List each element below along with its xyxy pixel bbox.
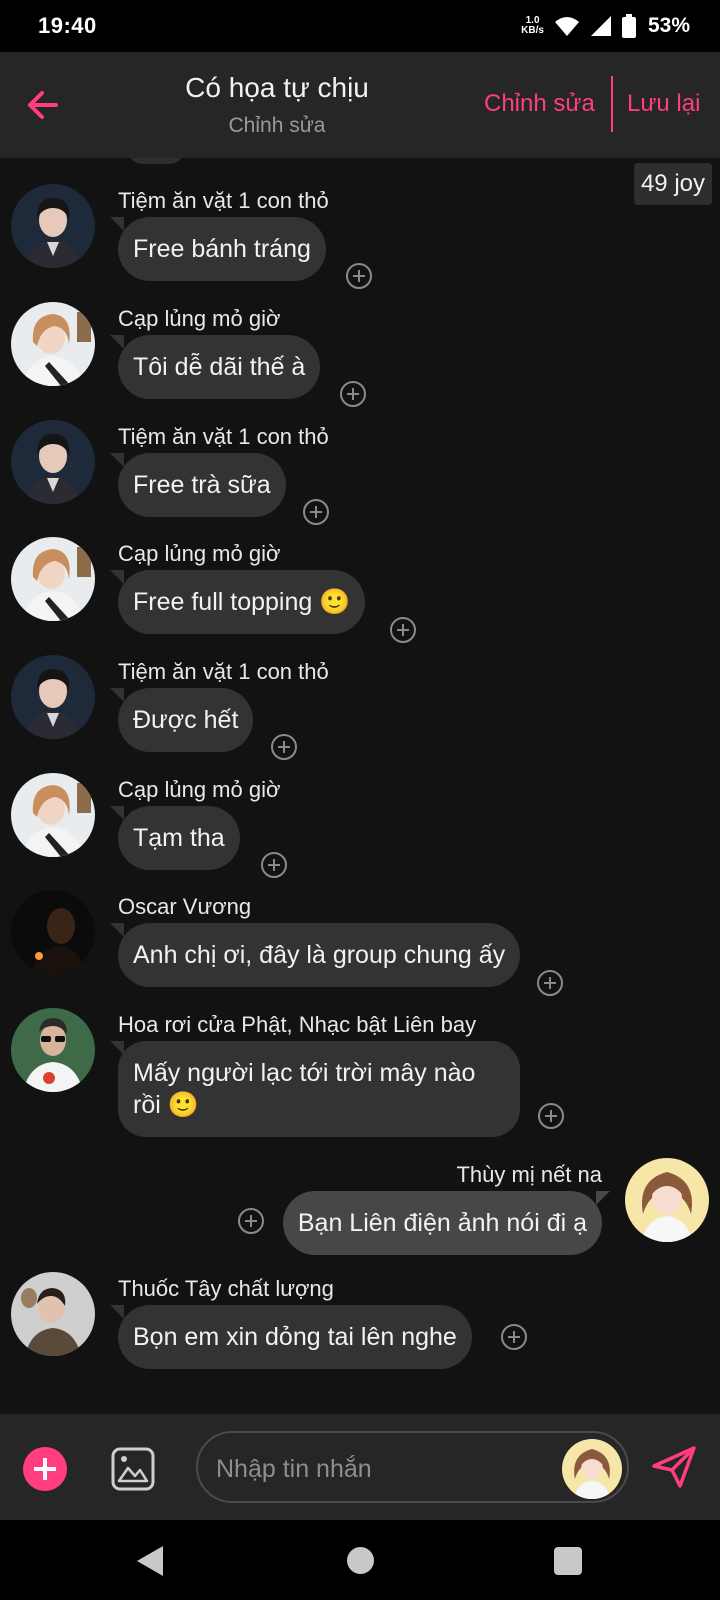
message-input-bar <box>0 1414 720 1520</box>
add-reaction-icon[interactable] <box>501 1324 527 1350</box>
add-reaction-icon[interactable] <box>303 499 329 525</box>
nav-back-icon[interactable] <box>137 1546 163 1576</box>
message-bubble[interactable]: Anh chị ơi, đây là group chung ấy <box>109 923 521 987</box>
status-bar: 19:40 1.0 KB/s 53% <box>0 0 720 52</box>
add-reaction-icon[interactable] <box>261 852 287 878</box>
add-reaction-icon[interactable] <box>390 617 416 643</box>
joy-badge: 49 joy <box>633 163 712 205</box>
add-reaction-icon[interactable] <box>271 734 297 760</box>
avatar[interactable] <box>11 773 95 857</box>
nav-home-icon[interactable] <box>347 1547 374 1574</box>
avatar[interactable] <box>11 302 95 386</box>
sender-name: Tiệm ăn vặt 1 con thỏ <box>118 424 329 449</box>
message-input[interactable] <box>214 1451 548 1487</box>
group-subtitle: Chỉnh sửa <box>228 114 326 137</box>
back-arrow-icon[interactable] <box>18 80 68 130</box>
net-speed-unit: KB/s <box>521 25 544 36</box>
avatar[interactable] <box>11 1272 95 1356</box>
chat-header: Có họa tự chịu Chỉnh sửa Chỉnh sửa Lưu l… <box>0 52 720 158</box>
signal-icon <box>590 16 611 36</box>
message-bubble[interactable]: Free bánh tráng <box>110 217 326 281</box>
sender-name: Tiệm ăn vặt 1 con thỏ <box>118 659 329 684</box>
add-reaction-icon[interactable] <box>346 263 372 289</box>
save-button[interactable]: Lưu lại <box>627 90 700 118</box>
message-bubble[interactable]: Tôi dễ dãi thế à <box>109 335 321 399</box>
sender-name: Cạp lủng mỏ giờ <box>118 777 281 802</box>
avatar[interactable] <box>11 890 95 974</box>
message-bubble[interactable]: Được hết <box>109 688 254 752</box>
avatar[interactable] <box>11 655 95 739</box>
edit-button[interactable]: Chỉnh sửa <box>484 90 595 118</box>
message-bubble[interactable]: Bọn em xin dỏng tai lên nghe <box>110 1305 472 1369</box>
send-icon[interactable] <box>650 1444 698 1490</box>
system-nav-bar <box>0 1520 720 1600</box>
chat-messages[interactable]: 49 joy Tiệm ăn vặt 1 con thỏ Free bánh t… <box>0 158 720 1414</box>
sender-name: Oscar Vương <box>118 894 252 919</box>
avatar[interactable] <box>11 420 95 504</box>
battery-percent: 53% <box>647 14 690 37</box>
message-bubble[interactable]: Free full topping 🙂 <box>109 570 366 634</box>
add-reaction-icon[interactable] <box>340 381 366 407</box>
avatar[interactable] <box>11 184 95 268</box>
message-bubble[interactable]: Tạm tha <box>110 806 240 870</box>
header-divider <box>611 76 613 132</box>
sender-name: Tiệm ăn vặt 1 con thỏ <box>118 188 329 213</box>
add-reaction-icon[interactable] <box>538 1103 564 1129</box>
image-icon[interactable] <box>110 1446 156 1492</box>
add-reaction-icon[interactable] <box>238 1208 264 1234</box>
group-title: Có họa tự chịu <box>185 72 369 103</box>
add-icon[interactable] <box>23 1447 67 1491</box>
message-bubble[interactable]: Bạn Liên điện ảnh nói đi ạ <box>282 1191 611 1255</box>
persona-avatar[interactable] <box>562 1439 622 1499</box>
previous-message-bubble <box>128 158 184 164</box>
avatar[interactable] <box>625 1158 709 1242</box>
sender-name: Thùy mị nết na <box>456 1162 602 1187</box>
avatar[interactable] <box>11 1008 95 1092</box>
sender-name: Cạp lủng mỏ giờ <box>118 306 281 331</box>
sender-name: Cạp lủng mỏ giờ <box>118 541 281 566</box>
nav-recents-icon[interactable] <box>554 1547 582 1575</box>
battery-icon <box>621 14 636 38</box>
net-speed: 1.0 KB/s <box>521 16 544 36</box>
add-reaction-icon[interactable] <box>537 970 563 996</box>
message-input-container <box>196 1431 629 1503</box>
message-bubble[interactable]: Mấy người lạc tới trời mây nào rồi 🙂 <box>110 1041 520 1137</box>
status-icons: 1.0 KB/s 53% <box>521 12 690 40</box>
avatar[interactable] <box>11 537 95 621</box>
sender-name: Thuốc Tây chất lượng <box>118 1276 334 1301</box>
message-bubble[interactable]: Free trà sữa <box>110 453 286 517</box>
status-time: 19:40 <box>38 13 97 38</box>
sender-name: Hoa rơi cửa Phật, Nhạc bật Liên bay <box>118 1012 477 1037</box>
wifi-icon <box>554 17 579 36</box>
